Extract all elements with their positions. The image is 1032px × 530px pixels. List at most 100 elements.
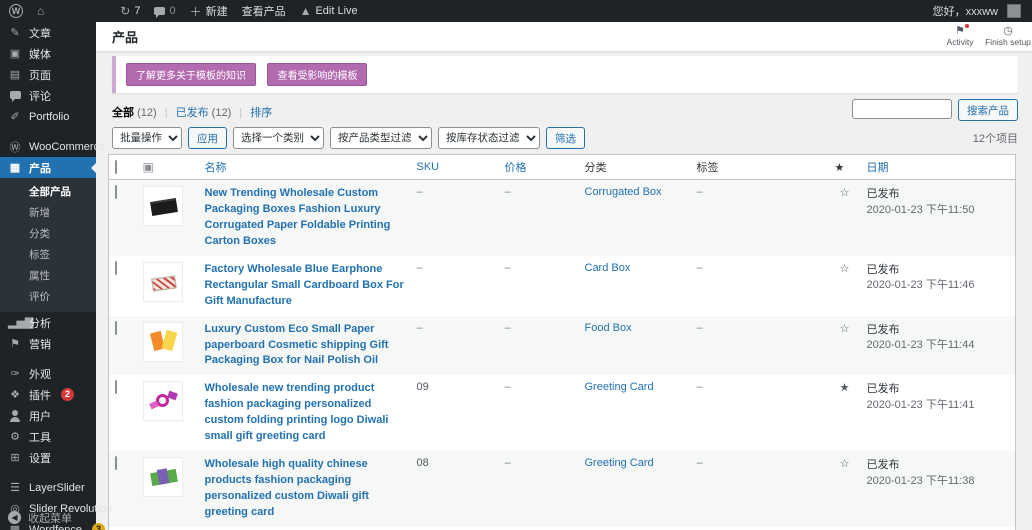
site-home-link[interactable]: ⌂: [30, 0, 51, 22]
sidebar-item-tools[interactable]: ⚙ 工具: [0, 426, 96, 447]
category-link[interactable]: Greeting Card: [585, 457, 654, 469]
sidebar-item-comments[interactable]: 评论: [0, 85, 96, 106]
sidebar-item-portfolio[interactable]: ✐ Portfolio: [0, 106, 96, 127]
sidebar-item-pages[interactable]: ▤ 页面: [0, 64, 96, 85]
product-thumbnail[interactable]: [143, 322, 183, 362]
category-link[interactable]: Food Box: [585, 322, 632, 334]
product-thumbnail[interactable]: [143, 381, 183, 421]
category-link[interactable]: Corrugated Box: [585, 186, 662, 198]
product-title-link[interactable]: New Trending Wholesale Custom Packaging …: [205, 187, 391, 247]
submenu-reviews[interactable]: 评价: [0, 286, 96, 307]
updates-icon: ↻: [120, 4, 130, 18]
avatar: [1007, 4, 1021, 18]
sidebar-item-posts[interactable]: ✎ 文章: [0, 22, 96, 43]
column-featured[interactable]: ★: [829, 155, 861, 180]
edit-live-label: Edit Live: [315, 5, 357, 17]
sidebar-item-label: 营销: [29, 336, 51, 352]
featured-star-toggle[interactable]: ☆: [829, 180, 861, 256]
row-checkbox[interactable]: [115, 380, 117, 394]
category-link[interactable]: Greeting Card: [585, 381, 654, 393]
updates-count: 7: [134, 5, 140, 17]
learn-more-templates-button[interactable]: 了解更多关于模板的知识: [126, 63, 256, 86]
page-header: 产品 ⚑ Activity ◷ Finish setup: [96, 22, 1032, 52]
sidebar-item-plugins[interactable]: ❖ 插件 2: [0, 384, 96, 405]
column-sku[interactable]: SKU: [411, 155, 499, 180]
woocommerce-icon: Ⓦ: [8, 139, 22, 155]
sidebar-item-analytics[interactable]: ▂▅▇ 分析: [0, 312, 96, 333]
account-menu[interactable]: 您好，xxxww: [926, 0, 1032, 22]
edit-live-menu[interactable]: ▲ Edit Live: [293, 0, 365, 22]
category-filter-select[interactable]: 选择一个类别: [233, 127, 324, 149]
submenu-all-products[interactable]: 全部产品: [0, 181, 96, 202]
table-row: Factory Wholesale Blue Earphone Rectangu…: [109, 256, 1016, 316]
product-thumbnail[interactable]: [143, 457, 183, 497]
submenu-tags[interactable]: 标签: [0, 244, 96, 265]
select-all-checkbox[interactable]: [115, 160, 117, 174]
product-title-link[interactable]: Factory Wholesale Blue Earphone Rectangu…: [205, 263, 404, 307]
sidebar-item-woocommerce[interactable]: Ⓦ WooCommerce: [0, 136, 96, 157]
product-title-link[interactable]: Wholesale new trending product fashion p…: [205, 382, 389, 442]
bulk-actions-select[interactable]: 批量操作: [112, 127, 182, 149]
row-checkbox[interactable]: [115, 456, 117, 470]
sidebar-item-marketing[interactable]: ⚑ 营销: [0, 333, 96, 354]
sidebar-item-label: 外观: [29, 366, 51, 382]
view-product-label: 查看产品: [242, 3, 286, 19]
featured-star-toggle[interactable]: ☆: [829, 256, 861, 316]
view-product-link[interactable]: 查看产品: [235, 0, 293, 22]
column-date[interactable]: 日期: [861, 155, 1016, 180]
submenu-attributes[interactable]: 属性: [0, 265, 96, 286]
image-column-icon: ▣: [143, 160, 154, 174]
column-price[interactable]: 价格: [499, 155, 579, 180]
collapse-menu-button[interactable]: ◀ 收起菜单: [0, 507, 96, 528]
updates-menu[interactable]: ↻ 7: [113, 0, 147, 22]
product-title-link[interactable]: Wholesale high quality chinese products …: [205, 458, 369, 518]
column-name[interactable]: 名称: [199, 155, 411, 180]
sidebar-item-media[interactable]: ▣ 媒体: [0, 43, 96, 64]
sidebar-item-label: 设置: [29, 450, 51, 466]
items-count: 12个项目: [973, 130, 1018, 146]
search-products-input[interactable]: [852, 99, 952, 119]
main-content: 产品 ⚑ Activity ◷ Finish setup 了解更多关于模板的知识…: [96, 22, 1032, 530]
stock-status-filter-select[interactable]: 按库存状态过滤: [438, 127, 540, 149]
page-title: 产品: [96, 27, 138, 46]
row-checkbox[interactable]: [115, 261, 117, 275]
comments-menu[interactable]: 0: [147, 0, 182, 22]
category-link[interactable]: Card Box: [585, 262, 631, 274]
row-checkbox[interactable]: [115, 185, 117, 199]
sidebar-item-settings[interactable]: ⊞ 设置: [0, 447, 96, 468]
finish-setup-tab[interactable]: ◷ Finish setup: [984, 22, 1032, 52]
product-thumbnail[interactable]: [143, 262, 183, 302]
view-published-link[interactable]: 已发布: [176, 107, 209, 119]
wordpress-logo-menu[interactable]: W: [0, 0, 30, 22]
bar-chart-icon: ▂▅▇: [8, 316, 22, 329]
submenu-categories[interactable]: 分类: [0, 223, 96, 244]
featured-star-toggle[interactable]: ☆: [829, 451, 861, 527]
new-content-menu[interactable]: ＋ 新建: [183, 0, 235, 22]
table-row: Luxury Custom Eco Small Paper paperboard…: [109, 316, 1016, 376]
table-row: New Trending Wholesale Custom Packaging …: [109, 180, 1016, 256]
media-icon: ▣: [8, 47, 22, 60]
view-affected-templates-button[interactable]: 查看受影响的模板: [267, 63, 367, 86]
view-sorting-link[interactable]: 排序: [250, 107, 272, 119]
apply-button[interactable]: 应用: [188, 127, 227, 149]
featured-star-toggle[interactable]: ☆: [829, 316, 861, 376]
product-title-link[interactable]: Luxury Custom Eco Small Paper paperboard…: [205, 323, 389, 367]
settings-sliders-icon: ⊞: [8, 451, 22, 464]
template-notice: 了解更多关于模板的知识 查看受影响的模板: [112, 56, 1018, 93]
sidebar-item-appearance[interactable]: ✑ 外观: [0, 363, 96, 384]
search-products-button[interactable]: 搜索产品: [958, 99, 1018, 121]
products-table: ▣ 名称 SKU 价格 分类 标签 ★ 日期 New Trending Whol…: [108, 154, 1016, 530]
sidebar-item-layerslider[interactable]: ☰ LayerSlider: [0, 477, 96, 498]
product-type-filter-select[interactable]: 按产品类型过滤: [330, 127, 432, 149]
table-row: Wholesale high quality chinese products …: [109, 451, 1016, 527]
activity-tab[interactable]: ⚑ Activity: [936, 22, 984, 52]
sidebar-item-products[interactable]: ▦ 产品: [0, 157, 96, 178]
featured-star-toggle[interactable]: ★: [829, 375, 861, 451]
product-thumbnail[interactable]: [143, 186, 183, 226]
row-checkbox[interactable]: [115, 321, 117, 335]
collapse-menu-label: 收起菜单: [28, 510, 72, 526]
sidebar-item-users[interactable]: 用户: [0, 405, 96, 426]
filter-button[interactable]: 筛选: [546, 127, 585, 149]
submenu-add-new[interactable]: 新增: [0, 202, 96, 223]
view-all-link[interactable]: 全部: [112, 107, 134, 119]
